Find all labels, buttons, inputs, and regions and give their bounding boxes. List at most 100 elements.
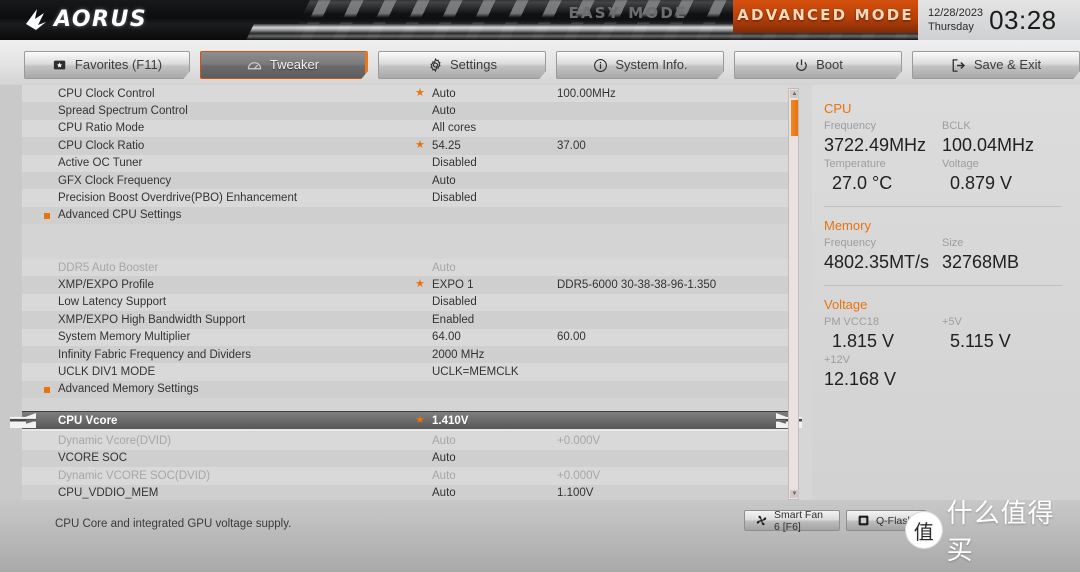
favorite-star-icon[interactable]: ★: [415, 414, 425, 427]
tab-system-info[interactable]: System Info.: [556, 51, 724, 79]
row-label: Dynamic VCORE SOC(DVID): [58, 469, 211, 482]
row-label: GFX Clock Frequency: [58, 174, 172, 187]
row-label: DDR5 Auto Booster: [58, 261, 159, 274]
table-row[interactable]: XMP/EXPO Profile ★ EXPO 1 DDR5-6000 30-3…: [22, 276, 790, 294]
advanced-mode-button[interactable]: ADVANCED MODE: [733, 0, 918, 33]
brand-name: AORUS: [54, 6, 148, 32]
easy-mode-button[interactable]: EASY MODE: [553, 0, 703, 26]
row-value: Auto: [432, 452, 456, 465]
favorite-star-icon[interactable]: ★: [415, 139, 425, 152]
chip-icon: [857, 514, 870, 527]
tab-boot-label: Boot: [816, 56, 843, 72]
row-label: CPU Ratio Mode: [58, 122, 145, 135]
row-label: XMP/EXPO High Bandwidth Support: [58, 313, 246, 326]
table-row-submenu[interactable]: Advanced CPU Settings: [22, 206, 790, 225]
scrollbar-thumb[interactable]: [791, 100, 798, 136]
table-row[interactable]: DDR5 Auto Booster Auto: [22, 259, 790, 277]
table-row[interactable]: UCLK DIV1 MODE UCLK=MEMCLK: [22, 363, 790, 381]
cpu-temperature: Temperature 27.0 °C: [824, 157, 942, 195]
tab-save-exit[interactable]: Save & Exit: [912, 51, 1080, 79]
cpu-voltage-label: Voltage: [942, 158, 979, 170]
table-row[interactable]: Precision Boost Overdrive(PBO) Enhanceme…: [22, 189, 790, 207]
tab-favorites[interactable]: Favorites (F11): [24, 51, 190, 79]
table-row[interactable]: Infinity Fabric Frequency and Dividers 2…: [22, 345, 790, 364]
row-value: UCLK=MEMCLK: [432, 366, 519, 379]
smart-fan-label: Smart Fan 6 [F6]: [774, 508, 824, 533]
row-label: VCORE SOC: [58, 452, 128, 465]
settings-group-memory: DDR5 Auto Booster Auto XMP/EXPO Profile …: [22, 259, 790, 399]
tab-favorites-label: Favorites (F11): [74, 56, 163, 72]
group-separator: [22, 241, 790, 259]
settings-group-voltage: CPU Vcore ★ 1.410V Dynamic Vcore(DVID) A…: [10, 411, 802, 502]
tab-boot[interactable]: Boot: [734, 51, 902, 79]
aorus-logo: AORUS: [24, 2, 147, 36]
cpu-frequency-value: 3722.49MHz: [824, 135, 927, 155]
row-label: Infinity Fabric Frequency and Dividers: [58, 348, 252, 361]
star-box-icon: [52, 57, 68, 73]
table-row[interactable]: CPU Clock Control ★ Auto 100.00MHz: [22, 85, 790, 103]
row-value-secondary: 37.00: [557, 139, 586, 152]
cpu-temperature-label: Temperature: [824, 158, 886, 170]
clock-weekday: Thursday: [928, 21, 974, 33]
row-value-secondary: 1.100V: [557, 487, 594, 500]
row-value: Auto: [432, 487, 456, 500]
row-value-secondary: 100.00MHz: [557, 87, 616, 100]
row-label: XMP/EXPO Profile: [58, 279, 154, 292]
table-row-submenu[interactable]: Advanced Memory Settings: [22, 380, 790, 399]
cpu-bclk: BCLK 100.04MHz: [942, 119, 1060, 157]
favorite-star-icon[interactable]: ★: [415, 278, 425, 291]
memory-size-label: Size: [942, 237, 964, 249]
table-row[interactable]: Dynamic Vcore(DVID) Auto +0.000V: [22, 432, 790, 450]
voltage-5v: +5V 5.115 V: [942, 315, 1060, 353]
cpu-voltage: Voltage 0.879 V: [942, 157, 1060, 195]
settings-scrollbar[interactable]: ▲ ▼: [788, 88, 799, 500]
advanced-mode-label: ADVANCED MODE: [737, 5, 914, 24]
submenu-bullet-icon: [44, 213, 50, 220]
cpu-section-title: CPU: [824, 101, 852, 116]
row-value: Auto: [432, 469, 456, 482]
table-row[interactable]: Spread Spectrum Control Auto: [22, 102, 790, 120]
selection-arrow-left-icon: [10, 413, 36, 428]
gear-icon: [427, 57, 443, 73]
memory-frequency: Frequency 4802.35MT/s: [824, 236, 942, 274]
section-divider: [824, 206, 1062, 207]
row-value: Enabled: [432, 313, 475, 326]
table-row[interactable]: Low Latency Support Disabled: [22, 293, 790, 312]
row-label: Precision Boost Overdrive(PBO) Enhanceme…: [58, 192, 298, 205]
clock-date: 12/28/2023: [928, 7, 984, 19]
voltage-5v-label: +5V: [942, 316, 962, 328]
row-value-secondary: +0.000V: [557, 469, 601, 482]
row-label: UCLK DIV1 MODE: [58, 366, 156, 379]
favorite-star-icon[interactable]: ★: [415, 87, 425, 100]
row-value-secondary: 60.00: [557, 331, 586, 344]
row-label: System Memory Multiplier: [58, 331, 191, 344]
table-row[interactable]: Dynamic VCORE SOC(DVID) Auto +0.000V: [22, 467, 790, 485]
table-row[interactable]: CPU Ratio Mode All cores: [22, 119, 790, 138]
table-row[interactable]: Active OC Tuner Disabled: [22, 154, 790, 172]
help-text: CPU Core and integrated GPU voltage supp…: [55, 518, 292, 530]
table-row[interactable]: GFX Clock Frequency Auto: [22, 171, 790, 190]
table-row[interactable]: XMP/EXPO High Bandwidth Support Enabled: [22, 311, 790, 329]
voltage-12v-value: 12.168 V: [824, 369, 897, 389]
row-value: EXPO 1: [432, 279, 474, 292]
scroll-up-icon[interactable]: ▲: [790, 90, 799, 98]
row-label: Advanced CPU Settings: [58, 209, 182, 222]
table-row[interactable]: CPU Clock Ratio ★ 54.25 37.00: [22, 137, 790, 155]
row-label: Advanced Memory Settings: [58, 383, 199, 396]
table-row[interactable]: VCORE SOC Auto: [22, 449, 790, 468]
tab-settings[interactable]: Settings: [378, 51, 546, 79]
scroll-down-icon[interactable]: ▼: [790, 490, 799, 498]
memory-section-title: Memory: [824, 218, 871, 233]
tab-tweaker[interactable]: Tweaker: [200, 51, 368, 79]
smart-fan-button[interactable]: Smart Fan 6 [F6]: [744, 508, 840, 533]
memory-size-value: 32768MB: [942, 252, 1020, 272]
table-row-selected[interactable]: CPU Vcore ★ 1.410V: [10, 411, 802, 432]
row-label: CPU Clock Control: [58, 87, 155, 100]
gauge-icon: [247, 57, 263, 73]
table-row[interactable]: System Memory Multiplier 64.00 60.00: [22, 328, 790, 346]
row-value: Disabled: [432, 157, 477, 170]
settings-group-cpu: CPU Clock Control ★ Auto 100.00MHz Sprea…: [22, 85, 790, 225]
voltage-12v-label: +12V: [824, 354, 850, 366]
watermark-logo-icon: 值: [905, 511, 943, 549]
row-value: Auto: [432, 87, 456, 100]
